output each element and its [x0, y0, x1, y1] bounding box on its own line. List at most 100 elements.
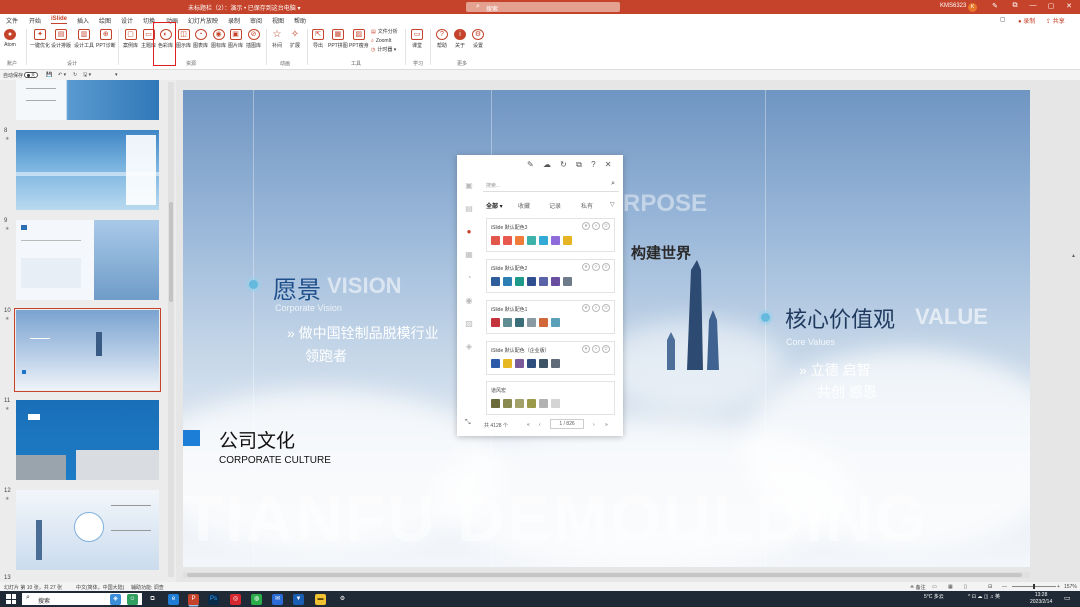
apply-icon[interactable]: »: [582, 263, 590, 271]
pen-icon[interactable]: ✎: [988, 2, 1002, 10]
about-button[interactable]: i 关于: [454, 29, 466, 49]
tab-review[interactable]: 审阅: [250, 16, 262, 25]
tab-private[interactable]: 私有: [581, 201, 593, 210]
redo-icon[interactable]: ↻: [73, 72, 77, 78]
customize-qat-icon[interactable]: ▾: [115, 72, 118, 78]
gear-icon[interactable]: ⚙: [337, 594, 348, 605]
favorite-star-icon[interactable]: ☆: [602, 345, 610, 353]
color-swatch[interactable]: [491, 399, 500, 408]
background-watermark-text[interactable]: TIANFU DEMOULDING: [183, 480, 928, 556]
apply-icon[interactable]: »: [582, 345, 590, 353]
weather-status[interactable]: 5°C 多云: [924, 593, 944, 600]
case-library-button[interactable]: ▢ 案例库: [123, 29, 138, 49]
slide-thumbnail-12[interactable]: [16, 490, 159, 570]
color-swatch[interactable]: [527, 399, 536, 408]
zoom-out-button[interactable]: —: [1002, 584, 1007, 590]
powerpoint-icon[interactable]: P: [188, 594, 199, 605]
ppt-stitch-button[interactable]: ▦ PPT拼图: [328, 29, 348, 49]
search-icon[interactable]: ⌕: [611, 180, 615, 188]
illustration-library-button[interactable]: ⊘ 插图库: [246, 29, 261, 49]
color-swatch[interactable]: [539, 318, 548, 327]
color-swatch[interactable]: [551, 236, 560, 245]
color-swatch[interactable]: [551, 277, 560, 286]
settings-button[interactable]: ⚙ 设置: [472, 29, 484, 49]
color-swatch[interactable]: [491, 236, 500, 245]
reading-view-icon[interactable]: ▯: [964, 584, 967, 590]
purpose-english-watermark[interactable]: RPOSE: [623, 190, 707, 218]
color-swatch[interactable]: [515, 399, 524, 408]
favorite-star-icon[interactable]: ☆: [602, 263, 610, 271]
apply-icon[interactable]: »: [582, 222, 590, 230]
tab-view[interactable]: 视图: [272, 16, 284, 25]
color-swatch[interactable]: [563, 277, 572, 286]
last-page-button[interactable]: »: [605, 422, 608, 428]
system-tray-icons[interactable]: ^ ⊡ ☁ ◫ ♫ 英: [968, 593, 1000, 600]
ppt-slim-button[interactable]: ▨ PPT瘦身: [349, 29, 369, 49]
layout-nav-icon[interactable]: ▤: [460, 204, 478, 227]
close-button[interactable]: ✕: [1062, 2, 1076, 10]
maximize-button[interactable]: ▢: [1044, 2, 1058, 10]
design-tools-button[interactable]: ▥ 设计工具: [74, 29, 94, 49]
value-english-watermark[interactable]: VALUE: [915, 304, 988, 330]
taskbar-search-box[interactable]: ⌕ 搜索: [22, 593, 142, 605]
zoomit-button[interactable]: ⌕ ZoomIt: [371, 37, 398, 46]
minimize-button[interactable]: —: [1026, 2, 1040, 9]
color-swatch[interactable]: [503, 277, 512, 286]
refresh-icon[interactable]: ↻: [560, 160, 567, 169]
tab-slideshow[interactable]: 幻灯片放映: [188, 16, 218, 25]
vision-english-watermark[interactable]: VISION: [327, 273, 402, 299]
more-icon[interactable]: ›: [592, 304, 600, 312]
photoshop-icon[interactable]: Ps: [208, 594, 219, 605]
favorite-star-icon[interactable]: ☆: [602, 222, 610, 230]
task-view-icon[interactable]: ⧉: [147, 594, 158, 605]
avatar[interactable]: K: [968, 2, 977, 12]
zoom-in-button[interactable]: +: [1057, 584, 1060, 590]
document-title[interactable]: 未标题栏（2）：演示 • 已保存到这台电脑 ▾: [188, 3, 300, 12]
taskbar-clock[interactable]: 13:28 2023/2/14: [1030, 592, 1052, 606]
color-swatch[interactable]: [515, 318, 524, 327]
color-scheme-card[interactable]: iSlide 默认配色3 » › ☆: [486, 218, 615, 252]
color-swatch[interactable]: [503, 399, 512, 408]
edge-browser-icon[interactable]: e: [168, 594, 179, 605]
icon-nav-icon[interactable]: ◉: [460, 296, 478, 319]
image-library-button[interactable]: ▣ 图片库: [228, 29, 243, 49]
color-swatch[interactable]: [491, 318, 500, 327]
value-body-line2[interactable]: 共创 感恩: [817, 382, 877, 402]
color-swatch[interactable]: [539, 399, 548, 408]
color-nav-icon[interactable]: ●: [460, 227, 478, 250]
filter-icon[interactable]: ▽: [610, 201, 615, 208]
next-page-button[interactable]: ›: [593, 422, 595, 428]
file-analysis-button[interactable]: ▤ 文件分析: [371, 28, 398, 37]
palette-search-input[interactable]: 搜索... ⌕: [483, 179, 619, 192]
culture-title[interactable]: 公司文化: [219, 426, 295, 453]
color-swatch[interactable]: [527, 318, 536, 327]
edit-icon[interactable]: ✎: [527, 160, 534, 169]
comment-icon[interactable]: ▢: [1000, 16, 1006, 23]
core-values-subtitle[interactable]: Core Values: [786, 337, 835, 347]
cloud-icon[interactable]: ☁: [543, 160, 551, 169]
color-swatch[interactable]: [503, 236, 512, 245]
zoom-level[interactable]: 157%: [1064, 584, 1077, 590]
tab-help[interactable]: 帮助: [294, 16, 306, 25]
slides-panel-scrollbar[interactable]: [168, 82, 174, 577]
color-scheme-card[interactable]: iSlide 默认配色（企业版） » › ☆: [486, 341, 615, 375]
close-icon[interactable]: ✕: [605, 160, 612, 169]
netease-music-icon[interactable]: ◎: [230, 594, 241, 605]
color-swatch[interactable]: [551, 399, 560, 408]
editor-horizontal-scrollbar[interactable]: [183, 572, 1030, 578]
apply-icon[interactable]: »: [582, 304, 590, 312]
extend-button[interactable]: ✧ 扩展: [289, 29, 301, 49]
user-name[interactable]: KMS6323: [940, 3, 966, 9]
page-input[interactable]: 1 / 826: [550, 419, 584, 429]
image-nav-icon[interactable]: ▧: [460, 319, 478, 342]
windows-start-icon[interactable]: [6, 594, 16, 604]
tab-record[interactable]: 录制: [228, 16, 240, 25]
color-swatch[interactable]: [527, 236, 536, 245]
vision-title[interactable]: 愿景: [273, 270, 321, 305]
color-swatch[interactable]: [503, 359, 512, 368]
tab-history[interactable]: 记录: [549, 201, 561, 210]
slide-thumbnail-8[interactable]: [16, 130, 159, 210]
copy-icon[interactable]: ⧉: [576, 160, 582, 169]
design-layout-button[interactable]: ▤ 设计排版: [51, 29, 71, 49]
scrollbar-thumb[interactable]: [169, 202, 173, 302]
